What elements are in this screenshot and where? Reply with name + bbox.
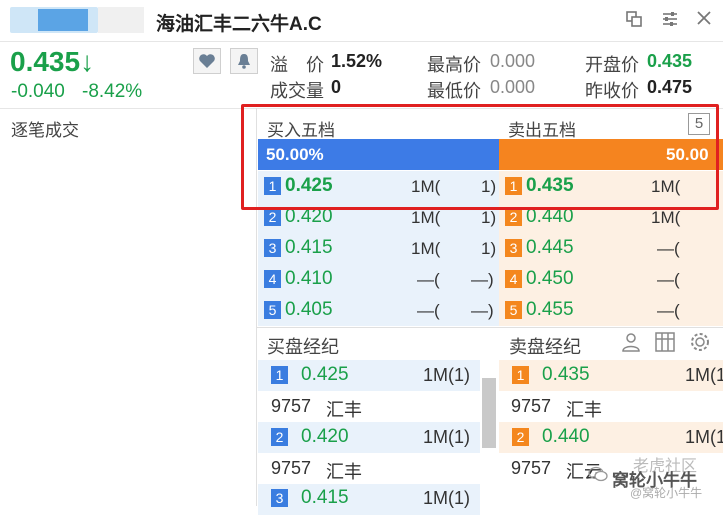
ask-price: 0.435 (542, 364, 590, 385)
bid-price[interactable]: 0.410 (285, 268, 333, 290)
broker-id[interactable]: 9757 (511, 458, 551, 479)
premium-label: 溢 价 (270, 55, 324, 75)
bid-level-badge: 5 (264, 301, 281, 319)
ask-level-badge: 4 (505, 270, 522, 288)
bid-volume: 1M(1) (423, 427, 471, 447)
last-price: 0.435↓ (10, 46, 94, 78)
last-price-value: 0.435 (10, 46, 81, 77)
ask-volume: 1M(1 (685, 365, 723, 385)
ask-level-badge: 2 (505, 208, 522, 226)
popout-icon[interactable] (624, 10, 644, 30)
redacted-logo-inner (38, 9, 88, 31)
bid-price[interactable]: 0.415 (285, 237, 333, 259)
stock-title: 海油汇丰二六牛A.C (156, 14, 322, 35)
price-change-pct: -8.42% (82, 81, 143, 102)
bid-price: 0.425 (301, 364, 349, 385)
price-change: -0.040 (11, 81, 65, 102)
bid-volume: —( (417, 270, 440, 289)
user-icon[interactable] (620, 331, 642, 353)
wechat-icon (588, 466, 608, 482)
bid-count: 1) (481, 208, 497, 227)
open-value: 0.435 (647, 51, 693, 71)
volume-value: 0 (331, 77, 342, 97)
bid-volume: 1M( (411, 239, 441, 258)
broker-name[interactable]: 汇丰 (326, 396, 362, 422)
premium-value: 1.52% (331, 51, 383, 71)
bid-level-badge: 3 (264, 239, 281, 257)
ask-price: 0.440 (542, 426, 590, 447)
prev-close-label: 昨收价 (585, 81, 639, 101)
bid-count: —) (471, 270, 494, 289)
low-label: 最低价 (427, 81, 481, 101)
alert-bell-button[interactable] (230, 48, 258, 74)
ask-level-badge: 5 (505, 301, 522, 319)
gear-icon[interactable] (689, 331, 711, 353)
ask-volume: 1M(1 (685, 427, 723, 447)
high-value: 0.000 (490, 51, 536, 71)
ask-volume: 1M( (651, 208, 681, 227)
divider (257, 327, 723, 328)
ask-price[interactable]: 0.445 (526, 237, 574, 259)
tick-trades-tab[interactable]: 逐笔成交 (11, 116, 79, 141)
bid-level-badge: 2 (271, 428, 288, 446)
open-label: 开盘价 (585, 55, 639, 75)
ask-level-badge: 2 (512, 428, 529, 446)
broker-id[interactable]: 9757 (511, 396, 551, 417)
low-value: 0.000 (490, 77, 536, 97)
bid-level-badge: 4 (264, 270, 281, 288)
broker-name[interactable]: 汇丰 (566, 396, 602, 422)
down-arrow-icon: ↓ (80, 46, 95, 77)
favorite-button[interactable] (193, 48, 221, 74)
ask-volume: —( (657, 270, 680, 289)
broker-name[interactable]: 汇丰 (326, 458, 362, 484)
bid-level-badge: 2 (264, 208, 281, 226)
ask-price[interactable]: 0.455 (526, 299, 574, 321)
ask-volume: —( (657, 239, 680, 258)
redacted-code (98, 7, 144, 33)
bid-broker-title: 买盘经纪 (267, 337, 339, 357)
bid-level-badge: 1 (271, 366, 288, 384)
ask-broker-title: 卖盘经纪 (509, 337, 581, 357)
close-icon[interactable] (694, 10, 714, 30)
settings-sliders-icon[interactable] (660, 10, 680, 30)
bid-volume: —( (417, 301, 440, 320)
volume-label: 成交量 (270, 81, 324, 101)
bid-volume: 1M(1) (423, 365, 471, 385)
watermark-handle: @窝轮小牛牛 (630, 486, 703, 500)
highlight-box (241, 104, 719, 210)
bid-price[interactable]: 0.405 (285, 299, 333, 321)
ask-price[interactable]: 0.450 (526, 268, 574, 290)
bid-level-badge: 3 (271, 489, 288, 507)
scrollbar-thumb[interactable] (482, 378, 496, 448)
bid-count: —) (471, 301, 494, 320)
ask-volume: —( (657, 301, 680, 320)
broker-id[interactable]: 9757 (271, 396, 311, 417)
bid-count: 1) (481, 239, 497, 258)
broker-id[interactable]: 9757 (271, 458, 311, 479)
ask-level-badge: 3 (505, 239, 522, 257)
prev-close-value: 0.475 (647, 77, 693, 97)
ask-level-badge: 1 (512, 366, 529, 384)
high-label: 最高价 (427, 55, 481, 75)
bid-volume: 1M( (411, 208, 441, 227)
columns-icon[interactable] (654, 331, 676, 353)
bid-price: 0.420 (301, 426, 349, 447)
